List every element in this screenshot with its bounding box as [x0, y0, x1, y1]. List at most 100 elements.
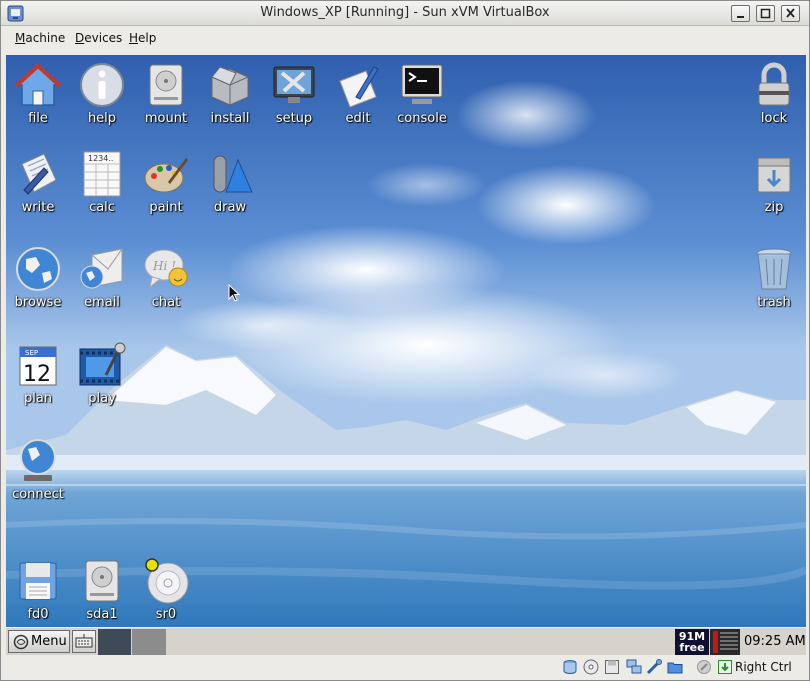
desktop-icon-install[interactable]: install: [198, 61, 262, 126]
start-menu-label: Menu: [31, 634, 67, 649]
desktop-icon-setup[interactable]: setup: [262, 61, 326, 126]
calendar-day: 12: [23, 362, 51, 387]
network-globe-icon: [20, 439, 56, 481]
host-key-capture-icon[interactable]: [717, 659, 733, 675]
shared-folder-status-icon[interactable]: [667, 659, 683, 675]
hard-drive-icon: [85, 560, 119, 602]
taskbar: Menu 91M free 09:25 AM: [6, 627, 806, 655]
cpu-meter: [710, 629, 740, 655]
terminal-icon: [401, 64, 443, 104]
hard-drive-icon: [149, 64, 183, 106]
padlock-icon: [758, 62, 790, 106]
maximize-button[interactable]: [756, 5, 775, 22]
close-icon: [786, 8, 795, 18]
desktop-icon-write[interactable]: write: [6, 150, 70, 215]
close-button[interactable]: [781, 5, 800, 22]
guest-screen[interactable]: file help mount install setup edit conso…: [6, 55, 806, 655]
desktop-icon-sr0[interactable]: sr0: [134, 557, 198, 622]
pencil-paper-icon: [339, 66, 379, 108]
chat-bubble-icon: Hi !: [144, 249, 188, 289]
menu-machine[interactable]: Machine: [15, 31, 65, 45]
desktop-icon-chat[interactable]: Hi ! chat: [134, 245, 198, 310]
desktop-icon-file[interactable]: file: [6, 61, 70, 126]
desktop-icon-label: trash: [757, 295, 791, 310]
virtual-desktop-1[interactable]: [98, 629, 131, 655]
cd-status-icon[interactable]: [583, 659, 599, 675]
desktop-icon-sda1[interactable]: sda1: [70, 557, 134, 622]
desktop-icon-console[interactable]: console: [390, 61, 454, 126]
desktop-icon-label: file: [28, 111, 48, 126]
desktop-icon-email[interactable]: email: [70, 245, 134, 310]
floppy-status-icon[interactable]: [604, 659, 620, 675]
desktop-icon-play[interactable]: play: [70, 341, 134, 406]
desktop-icon-label: mount: [144, 111, 188, 126]
window-title: Windows_XP [Running] - Sun xVM VirtualBo…: [260, 5, 550, 20]
host-key-label: Right Ctrl: [735, 660, 792, 674]
desktop-icon-plan[interactable]: SEP 12 plan: [6, 341, 70, 406]
minimize-icon: [737, 16, 744, 18]
hard-disk-status-icon[interactable]: [562, 659, 578, 675]
desktop-icon-label: browse: [14, 295, 62, 310]
desktop-icon-label: sda1: [86, 607, 118, 622]
network-status-icon[interactable]: [626, 659, 642, 675]
calc-display-text: 1234..: [88, 154, 113, 163]
desktop-icon-label: play: [88, 391, 116, 406]
tools-monitor-icon: [273, 66, 315, 103]
desktop-icon-help[interactable]: help: [70, 61, 134, 126]
keyboard-button[interactable]: [72, 630, 96, 653]
desktop-icon-paint[interactable]: paint: [134, 150, 198, 215]
desktop-icon-lock[interactable]: lock: [742, 61, 806, 126]
trash-can-icon: [756, 248, 792, 290]
desktop-icon-label: calc: [89, 200, 115, 215]
desktop-icon-label: paint: [149, 200, 183, 215]
calendar-icon: SEP 12: [19, 346, 57, 387]
desktop-icon-draw[interactable]: draw: [198, 150, 262, 215]
menu-bar: Machine Devices Help: [1, 27, 809, 51]
floppy-disk-icon: [19, 562, 57, 600]
usb-status-icon[interactable]: [646, 659, 662, 675]
memory-monitor: 91M free: [675, 629, 709, 655]
title-bar[interactable]: Windows_XP [Running] - Sun xVM VirtualBo…: [1, 1, 809, 26]
info-icon: [80, 63, 124, 107]
virtualbox-window: Windows_XP [Running] - Sun xVM VirtualBo…: [0, 0, 810, 681]
shapes-icon: [213, 155, 253, 193]
desktop-icon-browse[interactable]: browse: [6, 245, 70, 310]
desktop-icon-trash[interactable]: trash: [742, 245, 806, 310]
archive-box-icon: [757, 157, 791, 193]
desktop-icon-fd0[interactable]: fd0: [6, 557, 70, 622]
desktop-icon-label: email: [84, 295, 120, 310]
maximize-icon: [760, 8, 771, 19]
desktop-icon-label: edit: [345, 111, 371, 126]
envelope-globe-icon: [80, 248, 123, 289]
memory-free-label: free: [679, 641, 705, 654]
menu-help[interactable]: Help: [129, 31, 156, 45]
desktop-icon-calc[interactable]: 1234.. calc: [70, 150, 134, 215]
palette-icon: [144, 158, 188, 193]
desktop-icon-edit[interactable]: edit: [326, 61, 390, 126]
mouse-integration-status-icon[interactable]: [696, 659, 712, 675]
minimize-button[interactable]: [731, 5, 750, 22]
desktop-icon-label: chat: [151, 295, 181, 310]
desktop-icon-label: write: [21, 200, 55, 215]
home-icon: [14, 63, 62, 106]
cd-rom-icon: [145, 558, 189, 604]
menu-devices[interactable]: Devices: [75, 31, 122, 45]
desktop-icon-label: install: [210, 111, 250, 126]
desktop-icon-label: console: [397, 111, 447, 126]
desktop-icon-label: draw: [213, 200, 247, 215]
virtual-desktop-2[interactable]: [132, 629, 166, 655]
globe-icon: [16, 247, 60, 291]
package-icon: [211, 66, 249, 106]
desktop-icon-label: plan: [23, 391, 53, 406]
taskbar-clock: 09:25 AM: [744, 634, 806, 649]
desktop-icon-mount[interactable]: mount: [134, 61, 198, 126]
menu-logo-icon: [13, 634, 29, 650]
status-bar: Right Ctrl: [1, 655, 809, 680]
desktop-icon-label: connect: [12, 487, 64, 502]
start-menu-button[interactable]: Menu: [8, 630, 70, 653]
desktop-icon-label: zip: [764, 200, 784, 215]
keyboard-icon: [75, 634, 93, 648]
mouse-pointer-icon: [228, 284, 241, 302]
desktop-icon-connect[interactable]: connect: [6, 437, 70, 502]
desktop-icon-zip[interactable]: zip: [742, 150, 806, 215]
